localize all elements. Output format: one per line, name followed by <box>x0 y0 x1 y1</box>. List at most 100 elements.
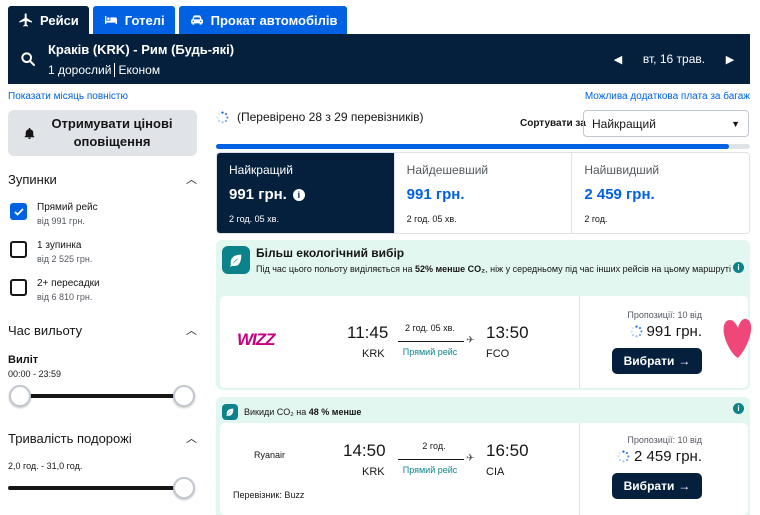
departure-slider-max-handle[interactable] <box>173 385 195 407</box>
stop-option-two-plus[interactable]: 2+ пересадки від 6 810 грн. <box>10 278 100 302</box>
flight-leg: Ryanair 14:50 KRK 2 год. ✈ Прямий рейс 1… <box>220 423 580 515</box>
loading-spinner-icon <box>216 111 229 123</box>
tab-hotels[interactable]: Готелі <box>92 6 175 34</box>
tab-flights-label: Рейси <box>40 12 79 28</box>
info-icon[interactable]: i <box>733 403 744 414</box>
flight-row[interactable]: Ryanair 14:50 KRK 2 год. ✈ Прямий рейс 1… <box>220 423 748 515</box>
tab-flights[interactable]: Рейси <box>8 6 89 34</box>
stops-text: Прямий рейс <box>402 465 458 475</box>
departure-range: 00:00 - 23:59 <box>8 369 62 379</box>
search-icon[interactable] <box>8 51 48 67</box>
search-summary-bar[interactable]: Краків (KRK) - Рим (Будь-які) 1 дорослий… <box>8 34 750 84</box>
flight-leg: WIZZ 11:45 KRK 2 год. 05 хв. ✈ Прямий ре… <box>220 296 580 388</box>
info-icon[interactable]: i <box>292 188 305 201</box>
checkbox-direct[interactable] <box>10 203 27 220</box>
heart-icon[interactable] <box>722 316 752 360</box>
stops-text: Прямий рейс <box>402 347 458 357</box>
offers-count: Пропозиції: 10 від <box>627 310 702 320</box>
price-alert-button[interactable]: Отримувати цінові оповіщення <box>8 110 197 156</box>
search-progress-bar <box>216 144 750 149</box>
stop-option-one[interactable]: 1 зупинка від 2 525 грн. <box>10 240 92 264</box>
duration-slider-track[interactable] <box>8 486 184 490</box>
eco-text-part: Під час цього польоту виділяється на <box>256 264 413 274</box>
sort-value: Найкращий <box>592 116 656 131</box>
stops-section-header[interactable]: Зупинки ︿ <box>8 171 197 187</box>
tab-label: Найшвидший <box>584 163 660 177</box>
traveller-summary: 1 дорослий Економ <box>48 62 234 77</box>
eco-highlight: 52% менше CO₂ <box>414 264 486 274</box>
flight-duration: 2 год. 05 хв. <box>405 323 455 333</box>
departure-time: 14:50 <box>343 441 386 460</box>
co2-text: Викиди CO₂ на 48 % менше <box>244 407 361 417</box>
stop-option-direct[interactable]: Прямий рейс від 991 грн. <box>10 202 98 226</box>
departure-slider-track[interactable] <box>18 394 184 398</box>
cabin-text: Економ <box>118 62 161 77</box>
departure-subtitle: Виліт <box>8 354 39 366</box>
offer-price: 991 грн. <box>630 323 702 340</box>
price-text: 2 459 грн. <box>634 448 702 465</box>
price-text: 991 грн. <box>646 323 702 340</box>
show-full-month-link[interactable]: Показати місяць повністю <box>8 91 128 102</box>
offer-panel: Пропозиції: 10 від 2 459 грн. Вибрати → <box>580 423 748 515</box>
tab-car-hire-label: Прокат автомобілів <box>210 12 338 28</box>
prev-date-arrow-icon[interactable]: ◀ <box>608 53 628 66</box>
divider <box>114 62 116 77</box>
co2-prefix: Викиди CO₂ на <box>244 407 307 417</box>
caret-down-icon: ▼ <box>731 118 740 129</box>
tab-duration: 2 год. <box>584 214 608 224</box>
info-icon[interactable]: i <box>733 262 744 273</box>
tab-price: 2 459 грн. <box>584 186 655 203</box>
stop-label: Прямий рейс <box>37 202 98 213</box>
baggage-fees-link[interactable]: Можлива додаткова плата за багаж <box>585 91 750 102</box>
select-button[interactable]: Вибрати → <box>612 473 702 499</box>
result-card: Більш екологічний вибір Під час цього по… <box>216 240 750 390</box>
sort-label: Сортувати за <box>520 118 586 129</box>
eco-text-part: , ніж у середньому під час інших рейсів … <box>485 264 732 274</box>
airline-name: Ryanair <box>254 450 286 460</box>
select-button-label: Вибрати <box>623 354 675 368</box>
loading-spinner-icon <box>617 450 630 463</box>
checkbox-two-plus[interactable] <box>10 279 27 296</box>
checkbox-one-stop[interactable] <box>10 241 27 258</box>
departure-slider-min-handle[interactable] <box>9 385 31 407</box>
stops-title: Зупинки <box>8 171 57 187</box>
flight-row[interactable]: WIZZ 11:45 KRK 2 год. 05 хв. ✈ Прямий ре… <box>220 296 748 388</box>
arrow-right-icon: → <box>678 479 691 493</box>
product-tabs: Рейси Готелі Прокат автомобілів <box>8 6 348 34</box>
route-summary[interactable]: Краків (KRK) - Рим (Будь-які) 1 дорослий… <box>48 42 234 77</box>
operating-carrier: Перевізник: Buzz <box>233 490 305 500</box>
arrival-airport: CIA <box>486 466 505 478</box>
tab-cheapest[interactable]: Найдешевший 991 грн. 2 год. 05 хв. <box>394 153 573 233</box>
sort-select[interactable]: Найкращий ▼ <box>583 110 749 137</box>
chevron-up-icon[interactable]: ︿ <box>186 430 197 446</box>
eco-description: Під час цього польоту виділяється на 52%… <box>256 263 736 275</box>
tab-fastest[interactable]: Найшвидший 2 459 грн. 2 год. <box>572 153 749 233</box>
duration-range: 2,0 год. - 31,0 год. <box>8 461 83 471</box>
date-selector: ◀ вт, 16 трав. ▶ <box>608 34 740 84</box>
departure-section-header[interactable]: Час вильоту ︿ <box>8 322 197 338</box>
tab-car-hire[interactable]: Прокат автомобілів <box>178 6 348 34</box>
flight-line <box>398 341 464 342</box>
duration-section-header[interactable]: Тривалість подорожі ︿ <box>8 430 197 446</box>
co2-banner: Викиди CO₂ на 48 % менше i <box>216 397 750 420</box>
co2-highlight: 48 % менше <box>308 407 362 417</box>
bed-icon <box>104 16 117 24</box>
bell-icon <box>24 127 35 139</box>
departure-airport: KRK <box>362 348 385 360</box>
duration-slider-handle[interactable] <box>173 477 195 499</box>
tab-hotels-label: Готелі <box>124 12 165 28</box>
arrival-airport: FCO <box>486 348 510 360</box>
leaf-icon <box>222 404 238 420</box>
eco-title: Більш екологічний вибір <box>256 246 405 260</box>
select-button[interactable]: Вибрати → <box>612 348 702 374</box>
stop-label: 1 зупинка <box>37 240 82 251</box>
departure-airport: KRK <box>362 466 385 478</box>
chevron-up-icon[interactable]: ︿ <box>186 322 197 338</box>
tab-best[interactable]: Найкращий 991 грн. i 2 год. 05 хв. <box>217 153 395 233</box>
tab-duration: 2 год. 05 хв. <box>229 214 279 224</box>
chevron-up-icon[interactable]: ︿ <box>186 171 197 187</box>
airline-logo: WIZZ <box>237 330 276 349</box>
date-text[interactable]: вт, 16 трав. <box>628 52 720 66</box>
next-date-arrow-icon[interactable]: ▶ <box>720 53 740 66</box>
search-progress-fill <box>216 144 729 149</box>
